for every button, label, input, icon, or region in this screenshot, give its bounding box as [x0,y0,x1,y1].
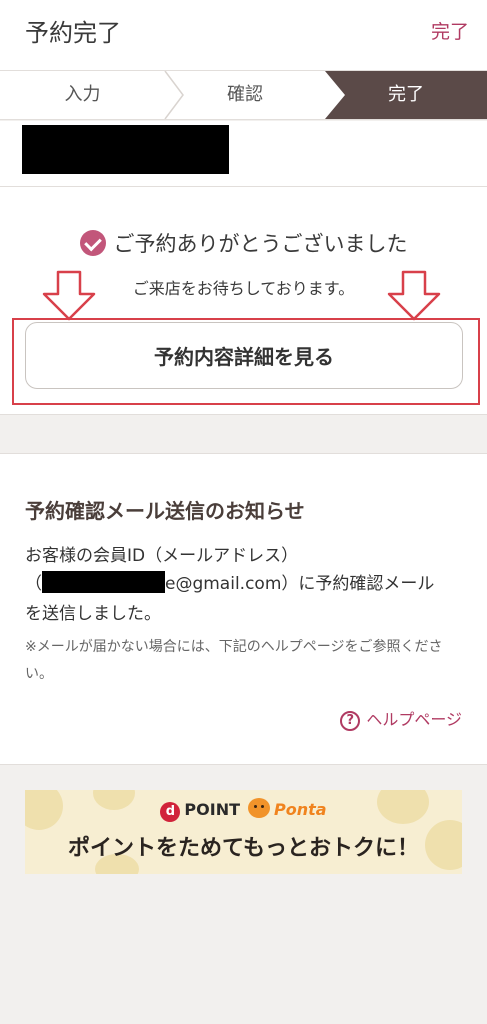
email-suffix: e@gmail.com [165,574,282,594]
down-arrow-icon-right [387,270,441,321]
banner-slogan: ポイントをためてもっとおトクに！ [68,836,419,861]
thanks-text: ご予約ありがとうございました [113,232,408,256]
redacted-store-name [22,125,229,174]
paren-open: （ [25,574,42,594]
view-reservation-details-button[interactable]: 予約内容詳細を見る [25,322,463,389]
dpoint-label: POINT [184,800,241,819]
redacted-email [42,571,165,593]
notice-line-3: を送信しました。 [25,604,161,624]
notice-line-1: お客様の会員ID（メールアドレス） [25,546,299,566]
ponta-mascot-icon [248,798,271,818]
dpoint-ponta-banner[interactable]: d POINT Ponta ポイントをためてもっとおトクに！ [25,790,462,874]
page-title: 予約完了 [25,19,121,47]
banner-logos: d POINT Ponta [25,798,462,822]
progress-stepper: 入力 確認 完了 [0,70,487,120]
step-confirm: 確認 [227,84,263,105]
thanks-heading: ご予約ありがとうございました [0,228,487,258]
divider [0,186,487,187]
step-input: 入力 [64,84,101,105]
done-button[interactable]: 完了 [431,17,469,44]
email-notice-card: 予約確認メール送信のお知らせ お客様の会員ID（メールアドレス） （ e@gmai… [0,453,487,765]
app-header: 予約完了 完了 [0,0,487,70]
help-page-link[interactable]: ? ヘルプページ [340,706,462,731]
completion-card: ご予約ありがとうございました ご来店をお待ちしております。 予約内容詳細を見る [0,121,487,415]
notice-line-2: （ e@gmail.com）に予約確認メール [25,569,434,594]
down-arrow-icon-left [42,270,96,321]
question-circle-icon: ? [340,711,361,731]
check-circle-icon [79,230,106,256]
dpoint-logo-icon: d [160,802,181,822]
notice-title: 予約確認メール送信のお知らせ [25,499,305,523]
notice-line-2-suffix: ）に予約確認メール [281,574,435,594]
step-complete-active: 完了 [388,84,424,105]
ponta-label: Ponta [274,800,327,819]
email-help-note: ※メールが届かない場合には、下記のヘルプページをご参照ください。 [25,639,443,682]
help-link-label: ヘルプページ [366,710,462,729]
